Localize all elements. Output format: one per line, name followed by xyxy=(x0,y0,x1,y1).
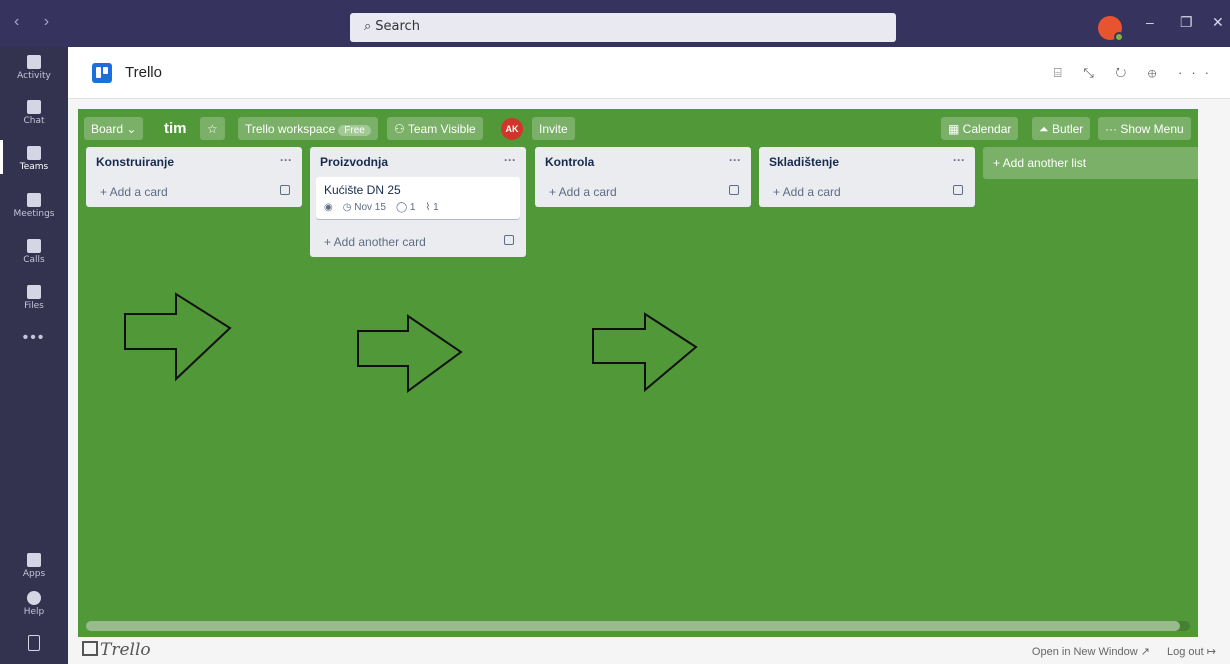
device-button[interactable] xyxy=(0,635,68,653)
search-icon: ⌕ xyxy=(364,19,372,34)
search-input[interactable]: ⌕ Search xyxy=(350,13,896,42)
rail-item-files[interactable]: Files xyxy=(0,285,68,311)
rail-label: Files xyxy=(24,301,44,311)
help-icon xyxy=(27,591,41,605)
rail-label: Apps xyxy=(22,569,46,579)
file-icon xyxy=(27,285,41,299)
user-avatar[interactable] xyxy=(1098,16,1124,42)
open-new-window-link[interactable]: Open in New Window ↗ xyxy=(1032,646,1150,658)
forward-button[interactable]: › xyxy=(44,13,59,30)
footer: Trello Open in New Window ↗ Log out ↦ xyxy=(68,637,1230,664)
minimize-button[interactable]: – xyxy=(1146,14,1154,30)
rail-item-calls[interactable]: Calls xyxy=(0,239,68,265)
rail-label: Chat xyxy=(23,116,45,126)
search-placeholder: Search xyxy=(375,19,420,34)
trello-board: Board ⌄ tim ☆ Trello workspace Free ⚇ Tea… xyxy=(78,109,1198,637)
close-button[interactable]: ✕ xyxy=(1212,14,1224,31)
header-actions[interactable]: ⌸ ⤡ ↻ ⊕ ··· xyxy=(1054,65,1218,81)
calendar-icon xyxy=(27,193,41,207)
rail-label: Meetings xyxy=(13,209,55,219)
left-rail: Activity Chat Teams Meetings Calls Files… xyxy=(0,47,68,664)
arrow-annotations xyxy=(124,292,698,393)
teams-icon xyxy=(27,146,41,160)
rail-label: Calls xyxy=(23,255,45,265)
rail-item-activity[interactable]: Activity xyxy=(0,55,68,81)
right-arrow-icon xyxy=(357,314,463,393)
rail-item-meetings[interactable]: Meetings xyxy=(0,193,68,219)
rail-item-chat[interactable]: Chat xyxy=(0,100,68,126)
rail-label: Activity xyxy=(17,71,51,81)
chat-icon xyxy=(27,100,41,114)
back-button[interactable]: ‹ xyxy=(14,13,29,30)
right-arrow-icon xyxy=(124,292,232,382)
phone-device-icon xyxy=(28,635,40,651)
trello-logo-icon xyxy=(92,63,112,83)
rail-item-help[interactable]: Help xyxy=(0,591,68,617)
trello-wordmark: Trello xyxy=(82,640,151,660)
nav-arrows: ‹ › xyxy=(14,13,59,31)
right-arrow-icon xyxy=(592,312,698,393)
app-header: Trello ⌸ ⤡ ↻ ⊕ ··· xyxy=(68,47,1230,99)
title-bar: ‹ › ⌕ Search – ❐ ✕ xyxy=(0,0,1230,47)
app-title: Trello xyxy=(125,64,162,81)
board-scrollbar[interactable] xyxy=(86,621,1190,631)
bell-icon xyxy=(27,55,41,69)
apps-icon xyxy=(27,553,41,567)
phone-icon xyxy=(27,239,41,253)
scroll-thumb[interactable] xyxy=(86,621,1180,631)
footer-links: Open in New Window ↗ Log out ↦ xyxy=(1018,645,1216,658)
rail-item-apps[interactable]: Apps xyxy=(0,553,68,579)
rail-item-teams[interactable]: Teams xyxy=(0,140,68,174)
more-apps-button[interactable]: ••• xyxy=(0,329,68,347)
rail-label: Teams xyxy=(19,162,49,172)
presence-dot xyxy=(1114,32,1124,42)
rail-label: Help xyxy=(23,607,45,617)
logout-link[interactable]: Log out ↦ xyxy=(1167,646,1216,658)
maximize-button[interactable]: ❐ xyxy=(1180,14,1193,31)
